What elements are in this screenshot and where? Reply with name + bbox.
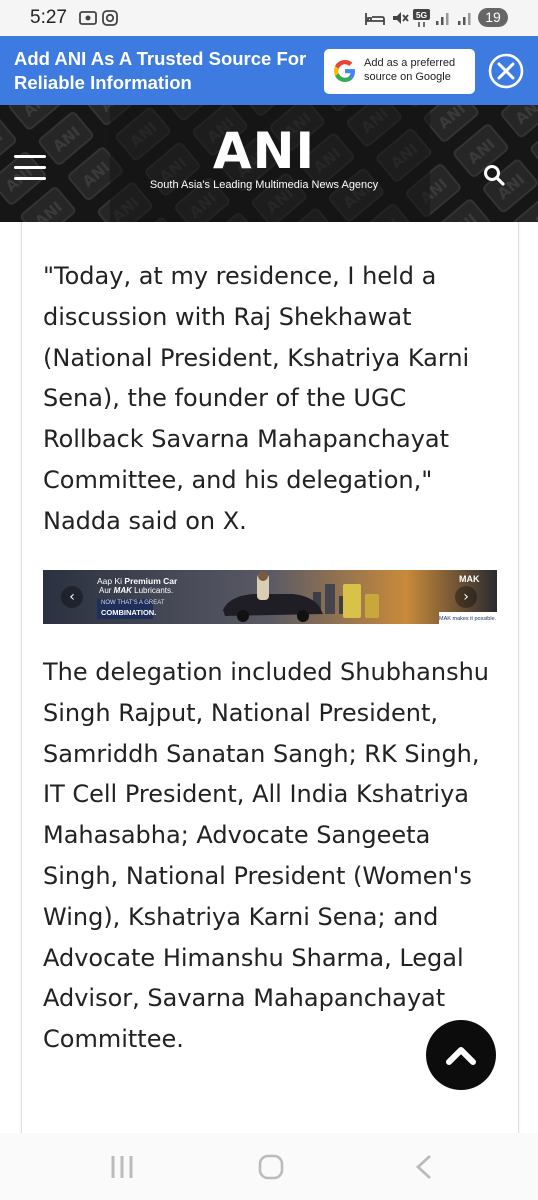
home-icon[interactable] <box>257 1153 285 1181</box>
article-body: "Today, at my residence, I held a discus… <box>21 222 519 1133</box>
trusted-source-banner: Add ANI As A Trusted Source For Reliable… <box>0 36 538 105</box>
back-icon[interactable] <box>410 1153 438 1181</box>
search-icon[interactable] <box>482 163 506 187</box>
hamburger-menu-icon[interactable] <box>14 155 46 181</box>
scroll-to-top-button[interactable] <box>426 1020 496 1090</box>
ad-brand-logo: MAK <box>459 574 480 584</box>
logo-text: ANI <box>212 122 316 180</box>
add-preferred-source-button[interactable]: Add as a preferred source on Google <box>324 49 475 94</box>
trusted-source-text: Add ANI As A Trusted Source For Reliable… <box>14 48 307 93</box>
advertisement-banner[interactable]: ‹ › Aap Ki Premium Car Aur MAK Lubricant… <box>43 570 497 624</box>
preferred-source-line1: Add as a preferred <box>364 57 456 69</box>
signal-icon <box>436 13 449 25</box>
google-g-icon <box>334 60 355 82</box>
ani-logo[interactable]: ANI South Asia's Leading Multimedia News… <box>144 125 384 191</box>
screen-record-icon <box>79 11 97 25</box>
ad-tagline-bold: COMBINATION. <box>101 608 157 617</box>
network-label: 5G <box>416 10 428 20</box>
ad-next-arrow[interactable]: › <box>455 586 477 608</box>
status-time: 5:27 <box>30 7 67 28</box>
close-icon[interactable] <box>488 53 524 89</box>
site-header: ANI ANI South Asia's Leading Multimedia … <box>0 105 538 222</box>
article-paragraph-quote: "Today, at my residence, I held a discus… <box>43 262 470 535</box>
logo-tagline: South Asia's Leading Multimedia News Age… <box>149 179 379 191</box>
system-navigation-bar <box>0 1133 538 1200</box>
recent-apps-icon[interactable] <box>108 1153 136 1181</box>
battery-badge: 19 <box>478 8 508 27</box>
ad-prev-arrow[interactable]: ‹ <box>61 586 83 608</box>
mute-icon <box>393 12 409 24</box>
bed-icon <box>365 13 385 25</box>
ad-headline: Aap Ki Premium Car <box>97 576 178 586</box>
chevron-up-icon <box>446 1047 476 1065</box>
signal-2-icon <box>458 13 471 25</box>
status-bar: 5:27 5G 19 <box>0 0 538 36</box>
ad-subheadline: Aur MAK Lubricants. <box>99 586 174 595</box>
ad-slogan: MAK makes it possible. <box>439 616 497 622</box>
article-paragraph-delegation: The delegation included Shubhanshu Singh… <box>43 658 490 1054</box>
preferred-source-line2: source on Google <box>364 70 451 83</box>
preferred-source-label: Add as a preferred source on Google <box>364 57 474 84</box>
5g-icon: 5G <box>413 9 430 27</box>
ad-tagline-small: NOW THAT'S A GREAT <box>101 600 165 606</box>
instagram-icon <box>102 10 118 26</box>
